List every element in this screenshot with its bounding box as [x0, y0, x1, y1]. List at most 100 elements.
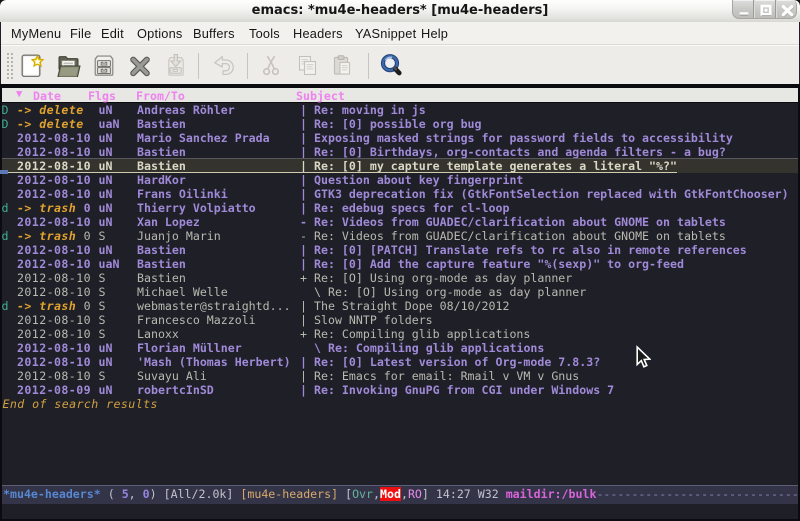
copy-icon[interactable] — [295, 53, 321, 79]
minimize-button[interactable] — [733, 0, 754, 18]
maildir-indicator: maildir:/bulk — [506, 487, 597, 501]
message-flags: uaN — [99, 257, 120, 271]
sort-arrow[interactable]: ▼ — [16, 88, 22, 100]
open-folder-icon[interactable] — [57, 53, 83, 79]
position-open: ( — [101, 487, 122, 501]
cut-icon[interactable] — [259, 53, 285, 79]
message-row[interactable]: 2012-08-10uNBastien|Re: [0] [PATCH] Tran… — [2, 243, 798, 257]
menu-yasnippet[interactable]: YASnippet — [355, 26, 416, 41]
col-subject[interactable]: Subject — [296, 89, 345, 103]
message-row[interactable]: 2012-08-10SSuvayu Ali|Re: Emacs for emai… — [2, 369, 798, 383]
modeline-text: *mu4e-headers* ( 5, 0) [All/2.0k] [mu4e-… — [3, 486, 799, 503]
message-row[interactable]: 2012-08-10uNMario Sanchez Prada|Exposing… — [2, 131, 798, 145]
target-flag: 0 — [84, 229, 91, 243]
flags-close: ] — [422, 487, 436, 501]
message-from: Bastien — [137, 145, 186, 159]
col-flags[interactable]: Flgs — [88, 89, 116, 103]
message-row[interactable]: 2012-08-10uNFlorian Müllner\Re: Compilin… — [2, 341, 798, 355]
close-buffer-icon[interactable] — [128, 53, 154, 79]
minimize-icon — [733, 0, 754, 19]
menu-file[interactable]: File — [70, 26, 91, 41]
modified-flag: Mod — [380, 487, 401, 501]
message-flags: uN — [99, 145, 113, 159]
message-row[interactable]: 2012-08-10uN'Mash (Thomas Herbert)|Re: [… — [2, 355, 798, 369]
message-row[interactable]: 2012-08-10uNFrans Oilinki|GTK3 deprecati… — [2, 187, 798, 201]
message-row[interactable]: 2012-08-10uNBastien|Re: [0] Birthdays, o… — [2, 145, 798, 159]
column-number: 0 — [143, 487, 150, 501]
close-button[interactable] — [776, 0, 798, 18]
message-row[interactable]: d-> trash0uNThierry Volpiatto|Re: edebug… — [2, 201, 798, 215]
thread-prefix: | — [300, 131, 307, 145]
message-from: Bastien — [137, 271, 186, 285]
message-row[interactable]: 2012-08-10uNXan Lopez-Re: Videos from GU… — [2, 215, 798, 229]
menu-help[interactable]: Help — [421, 26, 448, 41]
message-row[interactable]: 2012-08-10SBastien+Re: [O] Using org-mod… — [2, 271, 798, 285]
menu-tools[interactable]: Tools — [249, 26, 280, 41]
message-subject: Re: edebug specs for cl-loop — [314, 201, 509, 215]
drag-handle-dot — [11, 57, 13, 59]
message-row[interactable]: d-> trash0SJuanjo Marin-Re: Videos from … — [2, 229, 798, 243]
menu-headers[interactable]: Headers — [293, 26, 343, 41]
message-flags: S — [99, 313, 106, 327]
message-flags: uN — [99, 215, 113, 229]
drag-handle-dot — [11, 73, 13, 75]
menubar: MyMenu File Edit Options Buffers Tools Headers… — [1, 22, 799, 45]
major-mode: [mu4e-headers] — [240, 487, 345, 501]
message-row[interactable]: D-> deleteuNAndreas Röhler|Re: moving in… — [2, 103, 798, 117]
thread-prefix: - — [300, 215, 307, 229]
menu-edit[interactable]: Edit — [101, 26, 124, 41]
message-subject: Re: [0] possible org bug — [314, 117, 482, 131]
col-from[interactable]: From/To — [136, 89, 185, 103]
message-subject: Re: [0] Add the capture feature "%(sexp)… — [314, 257, 684, 271]
message-date: 2012-08-10 — [17, 257, 91, 271]
message-flags: uN — [99, 131, 113, 145]
message-row[interactable]: 2012-08-10SMichael Welle\Re: [O] Using o… — [2, 285, 798, 299]
drag-handle-dot — [11, 69, 13, 71]
window-controls — [732, 0, 797, 19]
drag-handle-dot — [11, 65, 13, 67]
message-row[interactable]: d-> trash0Swebmaster@straightd...|The St… — [2, 299, 798, 313]
new-file-icon[interactable] — [21, 53, 47, 79]
drag-handle-dot — [7, 61, 9, 63]
message-flags: uN — [99, 187, 113, 201]
drag-handle-dot — [7, 65, 9, 67]
message-flags: S — [99, 327, 106, 341]
col-date[interactable]: Date — [33, 89, 61, 103]
message-date: 2012-08-10 — [17, 313, 91, 327]
toolbar-separator — [247, 53, 248, 79]
thread-prefix: \ — [314, 285, 321, 299]
message-row[interactable]: 2012-08-10uaNBastien|Re: [0] Add the cap… — [2, 257, 798, 271]
message-subject: Re: [O] Using org-mode as day planner — [314, 271, 572, 285]
save-icon[interactable] — [92, 53, 118, 79]
message-flags: uN — [99, 201, 113, 215]
mark-char: D — [2, 103, 9, 117]
message-flags: uN — [99, 243, 113, 257]
target-flag: 0 — [84, 299, 91, 313]
paste-icon[interactable] — [330, 53, 356, 79]
message-from: Andreas Röhler — [137, 103, 235, 117]
menu-mymenu[interactable]: MyMenu — [11, 26, 61, 41]
echo-area[interactable] — [2, 504, 798, 519]
headers-column-header[interactable]: ▼ Date Flgs From/To Subject — [2, 88, 798, 103]
message-row[interactable]: 2012-08-10uNHardKor|Question about key f… — [2, 173, 798, 187]
undo-icon[interactable] — [212, 53, 238, 79]
maximize-button[interactable] — [754, 0, 776, 18]
flags-open: [ — [345, 487, 352, 501]
message-row[interactable]: 2012-08-10SLanoxx+Re: Compiling glib app… — [2, 327, 798, 341]
message-row[interactable]: 2012-08-09uNrobertcInSD|Re: Invoking Gnu… — [2, 383, 798, 397]
titlebar[interactable]: emacs: *mu4e-headers* [mu4e-headers] — [0, 0, 800, 22]
menu-options[interactable]: Options — [137, 26, 183, 41]
mark-char: d — [2, 299, 9, 313]
end-of-search-results: End of search results — [2, 397, 798, 411]
message-row[interactable]: 2012-08-10SFrancesco Mazzoli|Slow NNTP f… — [2, 313, 798, 327]
thread-prefix: | — [300, 313, 307, 327]
readonly-flag: RO — [408, 487, 422, 501]
write-file-icon[interactable] — [164, 53, 190, 79]
menu-buffers[interactable]: Buffers — [193, 26, 235, 41]
toolbar — [1, 45, 799, 84]
message-row[interactable]: D-> deleteuaNBastien|Re: [0] possible or… — [2, 117, 798, 131]
message-row[interactable]: 2012-08-10uNBastien|Re: [0] my capture t… — [2, 159, 798, 173]
search-icon[interactable] — [379, 53, 405, 79]
message-list: D-> deleteuNAndreas Röhler|Re: moving in… — [2, 103, 798, 485]
message-from: Francesco Mazzoli — [137, 313, 256, 327]
